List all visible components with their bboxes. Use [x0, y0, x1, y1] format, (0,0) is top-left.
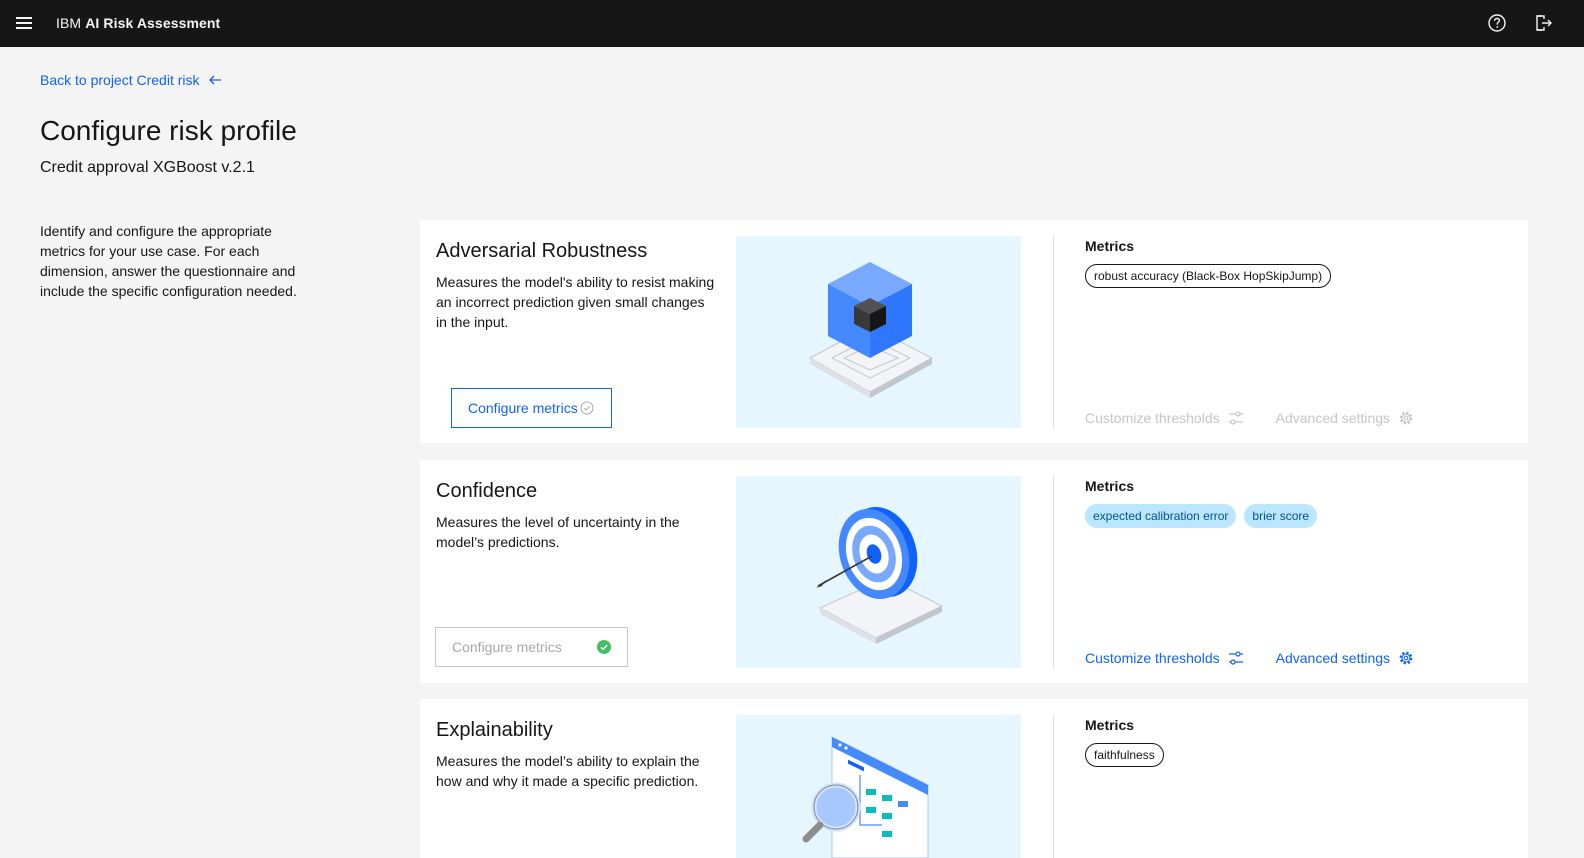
- adversarial-robustness-illustration: [736, 236, 1021, 428]
- advanced-settings-label: Advanced settings: [1275, 650, 1391, 666]
- card-actions: Customize thresholds Advanced settings: [1085, 650, 1414, 666]
- metric-tag: robust accuracy (Black-Box HopSkipJump): [1085, 264, 1332, 288]
- back-to-project-link[interactable]: Back to project Credit risk: [40, 72, 222, 88]
- target-illustration-icon: [816, 507, 944, 644]
- metric-tag: brier score: [1244, 504, 1318, 528]
- sliders-icon: [1228, 411, 1243, 425]
- page-intro: Identify and configure the appropriate m…: [40, 223, 297, 299]
- dimension-card-explainability: Explainability Measures the model’s abil…: [420, 699, 1528, 858]
- page-subtitle: Credit approval XGBoost v.2.1: [40, 159, 255, 176]
- gear-icon: [1399, 651, 1413, 665]
- back-link-label: Back to project Credit risk: [40, 72, 200, 88]
- metrics-label: Metrics: [1085, 238, 1135, 254]
- card-description: Measures the model's ability to resist m…: [436, 274, 715, 330]
- gear-icon: [1399, 411, 1413, 425]
- card-title: Adversarial Robustness: [436, 240, 648, 262]
- explainability-illustration: [736, 715, 1021, 858]
- customize-thresholds-link[interactable]: Customize thresholds: [1085, 650, 1244, 666]
- confidence-illustration: [736, 476, 1021, 668]
- card-divider: [1053, 476, 1054, 668]
- brand-prefix: IBM: [56, 15, 82, 31]
- top-header: IBM AI Risk Assessment: [0, 0, 1584, 47]
- configure-metrics-label: Configure metrics: [468, 400, 578, 416]
- magnifier-document-illustration-icon: [802, 736, 929, 858]
- metric-tag: expected calibration error: [1085, 504, 1237, 528]
- card-divider: [1053, 715, 1054, 858]
- card-description: Measures the model’s ability to explain …: [436, 753, 700, 789]
- customize-thresholds-label: Customize thresholds: [1085, 650, 1220, 666]
- card-actions: Customize thresholds Advanced settings: [1085, 410, 1414, 426]
- brand-name: AI Risk Assessment: [85, 15, 221, 31]
- dimension-card-adversarial-robustness: Adversarial Robustness Measures the mode…: [420, 220, 1528, 443]
- card-title: Confidence: [436, 480, 538, 502]
- configure-metrics-button[interactable]: Configure metrics: [451, 388, 612, 428]
- hamburger-menu-icon[interactable]: [16, 15, 32, 31]
- card-title: Explainability: [436, 719, 553, 741]
- card-description: Measures the level of uncertainty in the…: [436, 514, 680, 550]
- configure-metrics-label: Configure metrics: [452, 639, 562, 655]
- logout-icon[interactable]: [1534, 13, 1554, 33]
- advanced-settings-link[interactable]: Advanced settings: [1276, 410, 1414, 426]
- arrow-left-icon: [208, 75, 221, 85]
- configure-metrics-button[interactable]: Configure metrics: [435, 627, 628, 667]
- card-divider: [1053, 236, 1054, 428]
- dimension-card-confidence: Confidence Measures the level of uncerta…: [420, 460, 1528, 683]
- advanced-settings-label: Advanced settings: [1275, 410, 1391, 426]
- metrics-label: Metrics: [1085, 478, 1135, 494]
- sliders-icon: [1228, 651, 1243, 665]
- metric-tag: faithfulness: [1085, 743, 1164, 767]
- checkmark-outline-icon: [580, 401, 594, 415]
- customize-thresholds-link[interactable]: Customize thresholds: [1085, 410, 1244, 426]
- metrics-tags: faithfulness: [1085, 743, 1164, 767]
- metrics-tags: expected calibration error brier score: [1085, 504, 1318, 528]
- metrics-label: Metrics: [1085, 717, 1135, 733]
- advanced-settings-link[interactable]: Advanced settings: [1276, 650, 1414, 666]
- metrics-tags: robust accuracy (Black-Box HopSkipJump): [1085, 264, 1332, 288]
- app-brand[interactable]: IBM AI Risk Assessment: [56, 15, 220, 31]
- page-title: Configure risk profile: [40, 115, 297, 146]
- cube-illustration-icon: [808, 262, 934, 398]
- customize-thresholds-label: Customize thresholds: [1085, 410, 1220, 426]
- checkmark-filled-icon: [597, 640, 611, 654]
- help-icon[interactable]: [1487, 13, 1507, 33]
